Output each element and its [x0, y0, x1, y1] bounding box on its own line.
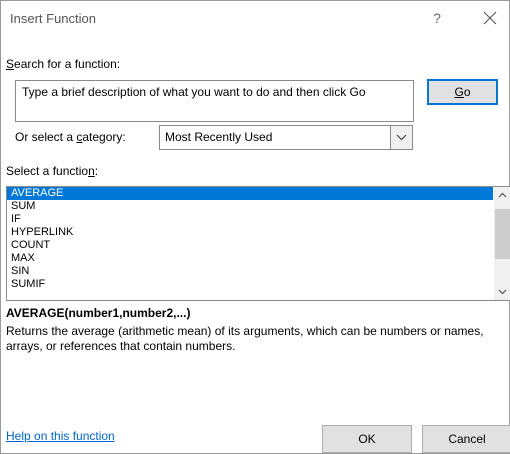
- go-button-rest: o: [463, 85, 471, 99]
- scroll-down-button[interactable]: [494, 283, 510, 300]
- cancel-button[interactable]: Cancel: [422, 425, 510, 453]
- function-item-count[interactable]: COUNT: [7, 239, 493, 252]
- chevron-up-icon: [498, 192, 507, 198]
- close-button[interactable]: [477, 7, 503, 29]
- search-label-rest: earch for a function:: [14, 57, 121, 71]
- function-item-sumif[interactable]: SUMIF: [7, 278, 493, 291]
- help-on-function-link[interactable]: Help on this function: [6, 429, 115, 443]
- close-icon: [483, 11, 497, 25]
- category-dropdown-button[interactable]: [390, 126, 412, 149]
- function-item-average[interactable]: AVERAGE: [7, 187, 493, 200]
- scroll-thumb[interactable]: [495, 209, 510, 259]
- insert-function-dialog: Insert Function ? Search for a function:…: [0, 0, 510, 454]
- category-label-after: ategory:: [82, 130, 126, 144]
- chevron-down-icon: [498, 289, 507, 295]
- function-description: Returns the average (arithmetic mean) of…: [6, 324, 484, 353]
- function-item-hyperlink[interactable]: HYPERLINK: [7, 226, 493, 239]
- functions-label-before: Select a functio: [6, 164, 89, 178]
- chevron-down-icon: [396, 134, 407, 141]
- search-input-text: Type a brief description of what you wan…: [22, 85, 366, 99]
- title-bar: Insert Function ?: [1, 1, 509, 35]
- dialog-title: Insert Function: [10, 11, 96, 26]
- search-label-accel: S: [6, 57, 15, 71]
- function-item-sin[interactable]: SIN: [7, 265, 493, 278]
- go-button-accel: G: [454, 85, 464, 99]
- functions-label: Select a function:: [6, 164, 98, 178]
- help-button[interactable]: ?: [425, 7, 449, 29]
- search-label: Search for a function:: [6, 57, 120, 71]
- function-list[interactable]: AVERAGE SUM IF HYPERLINK COUNT MAX SIN S…: [6, 186, 510, 301]
- category-value: Most Recently Used: [165, 130, 273, 144]
- functions-label-after: :: [94, 164, 99, 178]
- category-label: Or select a category:: [15, 130, 126, 144]
- scroll-up-button[interactable]: [494, 187, 510, 204]
- function-syntax: AVERAGE(number1,number2,...): [6, 306, 191, 320]
- category-select[interactable]: Most Recently Used: [159, 125, 413, 150]
- function-item-max[interactable]: MAX: [7, 252, 493, 265]
- function-item-if[interactable]: IF: [7, 213, 493, 226]
- functions-label-accel: n: [88, 164, 95, 178]
- function-item-sum[interactable]: SUM: [7, 200, 493, 213]
- function-list-items: AVERAGE SUM IF HYPERLINK COUNT MAX SIN S…: [7, 187, 493, 291]
- function-list-scrollbar[interactable]: [494, 187, 510, 300]
- category-label-before: Or select a: [15, 130, 77, 144]
- go-button[interactable]: Go: [427, 79, 498, 105]
- search-input[interactable]: Type a brief description of what you wan…: [15, 80, 414, 122]
- ok-button[interactable]: OK: [322, 425, 412, 453]
